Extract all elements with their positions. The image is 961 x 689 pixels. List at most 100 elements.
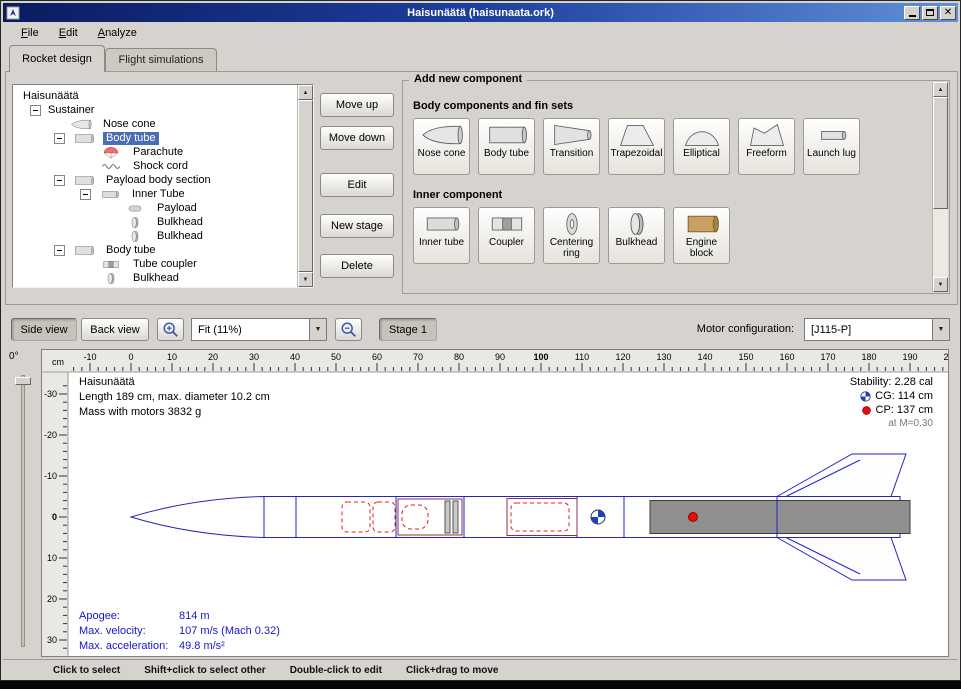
tree-item-haisun-t-[interactable]: Haisunäätä: [14, 89, 296, 103]
tree-item-nose-cone[interactable]: Nose cone: [14, 117, 296, 131]
rocket-drawing[interactable]: [131, 454, 910, 580]
tree-item-label: Sustainer: [45, 104, 97, 117]
svg-text:140: 140: [697, 352, 712, 362]
svg-text:-10: -10: [83, 352, 96, 362]
move-up-button[interactable]: Move up: [320, 93, 394, 117]
status-hint-1: Click to select: [53, 665, 120, 676]
menu-analyze[interactable]: Analyze: [90, 25, 145, 41]
tree-item-label: Nose cone: [100, 118, 159, 131]
tab-rocket-design[interactable]: Rocket design: [9, 45, 105, 72]
add-nose-cone-button[interactable]: Nose cone: [413, 118, 470, 175]
edit-button[interactable]: Edit: [320, 173, 394, 197]
expander-icon[interactable]: [54, 133, 65, 144]
component-tree[interactable]: HaisunäätäSustainerNose coneBody tubePar…: [12, 84, 314, 288]
add-component-title: Add new component: [409, 73, 527, 85]
svg-text:0: 0: [52, 512, 57, 522]
motor-config-combo[interactable]: [J115-P] ▼: [804, 318, 950, 341]
tree-item-label: Haisunäätä: [20, 90, 82, 103]
expander-icon[interactable]: [80, 189, 91, 200]
titlebar[interactable]: Haisunäätä (haisunaata.ork) ✕: [3, 3, 958, 22]
tree-item-tube-coupler[interactable]: Tube coupler: [14, 257, 296, 271]
new-stage-button[interactable]: New stage: [320, 214, 394, 238]
tree-item-payload-body-section[interactable]: Payload body section: [14, 173, 296, 187]
component-group-label: Body components and fin sets: [413, 99, 927, 114]
tree-scrollbar[interactable]: ▲ ▼: [297, 85, 313, 287]
tree-scrollbar-thumb[interactable]: [298, 100, 313, 272]
rotation-handle[interactable]: [15, 377, 31, 385]
zoom-in-button[interactable]: [157, 318, 184, 341]
status-hint-4: Click+drag to move: [406, 665, 499, 676]
component-scrollbar-thumb[interactable]: [933, 97, 948, 209]
minimize-button[interactable]: [904, 6, 920, 20]
scroll-up-icon[interactable]: ▲: [298, 85, 313, 100]
tree-item-parachute[interactable]: Parachute: [14, 145, 296, 159]
tree-item-bulkhead[interactable]: Bulkhead: [14, 229, 296, 243]
coupler-icon: [96, 258, 126, 271]
menu-file[interactable]: File: [13, 25, 47, 41]
side-view-button[interactable]: Side view: [11, 318, 77, 341]
status-hint-3: Double-click to edit: [290, 665, 382, 676]
tree-item-label: Shock cord: [130, 160, 191, 173]
add-freeform-button[interactable]: Freeform: [738, 118, 795, 175]
rotation-slider[interactable]: 0°: [7, 351, 37, 653]
expander-icon[interactable]: [30, 105, 41, 116]
move-down-button[interactable]: Move down: [320, 126, 394, 150]
tree-item-label: Body tube: [103, 244, 159, 257]
payload-icon: [120, 202, 150, 215]
scroll-up-icon[interactable]: ▲: [933, 82, 948, 97]
svg-text:190: 190: [902, 352, 917, 362]
zoom-out-button[interactable]: [335, 318, 362, 341]
svg-text:60: 60: [372, 352, 382, 362]
body-tube-icon: [69, 132, 99, 145]
close-icon: ✕: [944, 8, 952, 18]
add-body-tube-button[interactable]: Body tube: [478, 118, 535, 175]
tree-item-shock-cord[interactable]: Shock cord: [14, 159, 296, 173]
svg-text:170: 170: [820, 352, 835, 362]
tree-item-sustainer[interactable]: Sustainer: [14, 103, 296, 117]
expander-icon[interactable]: [54, 245, 65, 256]
rocket-canvas[interactable]: cm -100102030405060708090100110120130140…: [42, 350, 948, 656]
rotation-track: [21, 375, 25, 647]
launch-lug-icon: [809, 122, 855, 148]
add-launch-lug-button[interactable]: Launch lug: [803, 118, 860, 175]
add-trapezoidal-button[interactable]: Trapezoidal: [608, 118, 665, 175]
add-bulkhead-button[interactable]: Bulkhead: [608, 207, 665, 264]
add-elliptical-button[interactable]: Elliptical: [673, 118, 730, 175]
add-centering-ring-button[interactable]: Centering ring: [543, 207, 600, 264]
tree-item-inner-tube[interactable]: Inner Tube: [14, 187, 296, 201]
menu-edit[interactable]: Edit: [51, 25, 86, 41]
scroll-down-icon[interactable]: ▼: [933, 277, 948, 292]
stage-1-button[interactable]: Stage 1: [379, 318, 437, 341]
delete-button[interactable]: Delete: [320, 254, 394, 278]
tab-flight-simulations[interactable]: Flight simulations: [105, 48, 217, 71]
tree-item-bulkhead[interactable]: Bulkhead: [14, 215, 296, 229]
add-inner-tube-button[interactable]: Inner tube: [413, 207, 470, 264]
tree-item-label: Bulkhead: [130, 272, 182, 285]
svg-text:200: 200: [943, 352, 948, 362]
back-view-button[interactable]: Back view: [81, 318, 149, 341]
zoom-combo[interactable]: Fit (11%) ▼: [191, 318, 327, 341]
expander-icon[interactable]: [54, 175, 65, 186]
close-button[interactable]: ✕: [940, 6, 956, 20]
tree-item-body-tube[interactable]: Body tube: [14, 243, 296, 257]
scroll-down-icon[interactable]: ▼: [298, 272, 313, 287]
application-window: Haisunäätä (haisunaata.ork) ✕ FileEditAn…: [0, 0, 961, 681]
app-icon[interactable]: [6, 6, 20, 20]
tree-item-bulkhead[interactable]: Bulkhead: [14, 271, 296, 285]
engine-block-icon: [679, 211, 725, 237]
inner-tube-icon: [419, 211, 465, 237]
tree-item-label: Bulkhead: [154, 216, 206, 229]
tree-item-body-tube[interactable]: Body tube: [14, 131, 296, 145]
add-transition-button[interactable]: Transition: [543, 118, 600, 175]
tree-item-payload[interactable]: Payload: [14, 201, 296, 215]
maximize-button[interactable]: [922, 6, 938, 20]
elliptical-fin-icon: [679, 122, 725, 148]
add-coupler-button[interactable]: Coupler: [478, 207, 535, 264]
svg-text:70: 70: [413, 352, 423, 362]
chevron-down-icon: ▼: [309, 319, 326, 340]
status-hint-2: Shift+click to select other: [144, 665, 265, 676]
freeform-fin-icon: [744, 122, 790, 148]
component-scrollbar[interactable]: ▲ ▼: [932, 82, 948, 292]
add-engine-block-button[interactable]: Engine block: [673, 207, 730, 264]
bulkhead-icon: [614, 211, 660, 237]
